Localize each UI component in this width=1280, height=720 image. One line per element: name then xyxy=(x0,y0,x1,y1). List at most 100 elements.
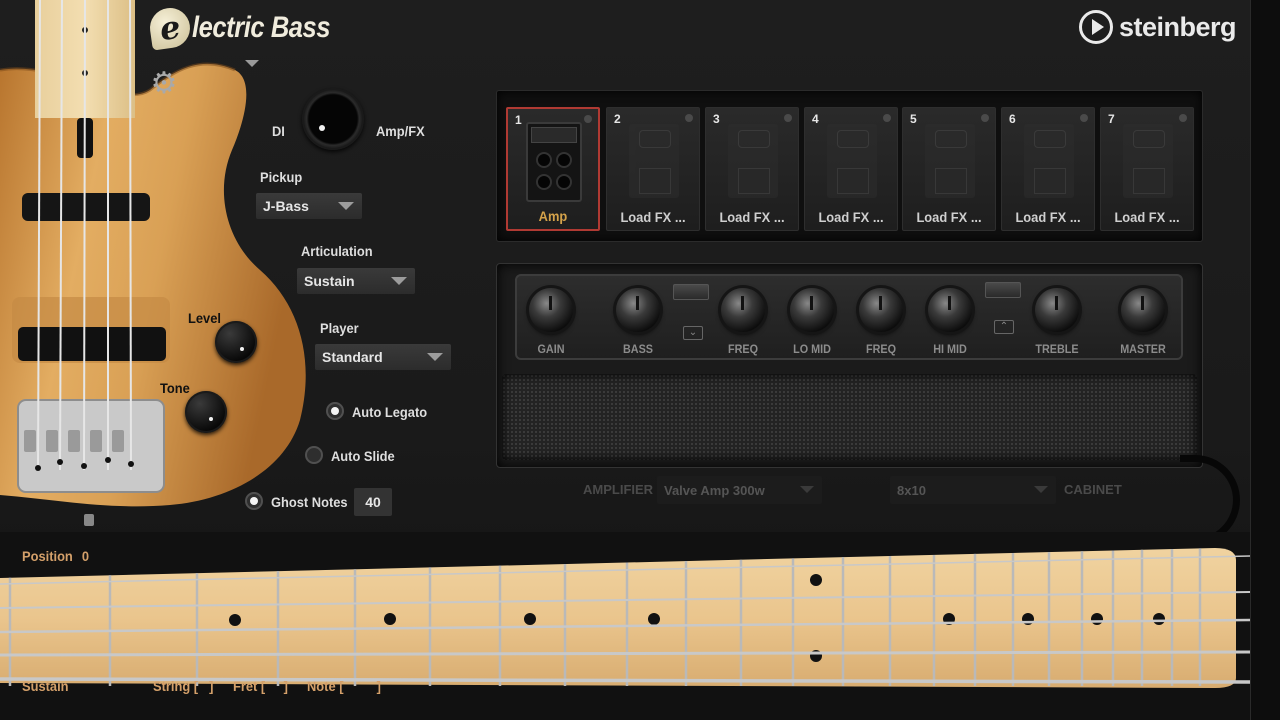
fx-slot-3[interactable]: 3 Load FX ... xyxy=(705,107,799,231)
slot-number: 1 xyxy=(515,113,522,127)
player-dropdown[interactable]: Standard xyxy=(315,344,451,370)
slot-led-icon[interactable] xyxy=(1179,114,1187,122)
speaker xyxy=(556,174,572,190)
string-label: String [ xyxy=(153,678,199,694)
pedal-icon xyxy=(1024,124,1074,198)
slot-led-icon[interactable] xyxy=(784,114,792,122)
lo-mid-label: LO MID xyxy=(793,342,831,356)
hi-mid-label: HI MID xyxy=(933,342,967,356)
treble-knob[interactable] xyxy=(1035,288,1079,332)
knob-indicator xyxy=(319,125,325,131)
amplifier-value: Valve Amp 300w xyxy=(664,482,765,498)
lo-mid-knob[interactable] xyxy=(790,288,834,332)
pedal-icon xyxy=(925,124,975,198)
speaker xyxy=(536,152,552,168)
tone-knob[interactable] xyxy=(185,391,227,433)
string-readout: String [] xyxy=(153,678,213,694)
fretboard[interactable] xyxy=(0,540,1250,690)
slot-led-icon[interactable] xyxy=(883,114,891,122)
fx-slot-6[interactable]: 6 Load FX ... xyxy=(1001,107,1095,231)
cabinet-value: 8x10 xyxy=(897,482,926,498)
logo-pick-icon: e xyxy=(147,5,193,51)
electric-bass-logo: e lectric Bass xyxy=(147,5,354,51)
fret-marker xyxy=(524,613,536,625)
slot-number: 7 xyxy=(1108,112,1115,126)
chevron-down-icon[interactable] xyxy=(245,60,259,67)
treble-label: TREBLE xyxy=(1035,342,1079,356)
eq-shape-icon: ⌄ xyxy=(683,326,703,340)
gain-knob[interactable] xyxy=(529,288,573,332)
amplifier-dropdown[interactable]: Valve Amp 300w xyxy=(657,476,822,504)
note-readout: Note [] xyxy=(307,678,381,694)
fret-label: Fret [ xyxy=(233,678,266,694)
master-label: MASTER xyxy=(1120,342,1166,356)
tone-label: Tone xyxy=(160,380,190,396)
amp-panel: GAIN BASS ⌄ FREQ LO MID FREQ HI MID ⌃ TR… xyxy=(496,263,1203,468)
speaker-grille xyxy=(502,374,1197,460)
pickup-value: J-Bass xyxy=(263,198,309,214)
bass-label: BASS xyxy=(622,342,654,356)
auto-slide-toggle[interactable] xyxy=(305,446,323,464)
hi-mid-knob[interactable] xyxy=(928,288,972,332)
fret-marker xyxy=(229,614,241,626)
ghost-notes-toggle[interactable] xyxy=(245,492,263,510)
slot-led-icon[interactable] xyxy=(1080,114,1088,122)
chevron-down-icon xyxy=(391,277,407,285)
bass-knob[interactable] xyxy=(616,288,660,332)
cabinet-label: CABINET xyxy=(1064,482,1122,497)
eq-shape-icon: ⌃ xyxy=(994,320,1014,334)
pedal-icon xyxy=(1123,124,1173,198)
chevron-down-icon xyxy=(1034,486,1048,493)
ampfx-label: Amp/FX xyxy=(376,123,425,139)
slot-number: 2 xyxy=(614,112,621,126)
slot-led-icon[interactable] xyxy=(685,114,693,122)
slot-label: Load FX ... xyxy=(916,209,982,225)
fret-marker xyxy=(384,613,396,625)
fx-slot-2[interactable]: 2 Load FX ... xyxy=(606,107,700,231)
fret-marker xyxy=(1091,613,1103,625)
pickup-dropdown[interactable]: J-Bass xyxy=(256,193,362,219)
shape-switch[interactable] xyxy=(985,282,1021,298)
amplifier-label: AMPLIFIER xyxy=(583,482,654,497)
electric-bass-plugin-window: e lectric Bass steinberg ⚙ DI Amp/FX Pic… xyxy=(0,0,1280,720)
di-label: DI xyxy=(272,123,285,139)
logo-title: lectric Bass xyxy=(192,11,331,44)
chevron-down-icon xyxy=(338,202,354,210)
slot-label: Load FX ... xyxy=(719,209,785,225)
level-knob[interactable] xyxy=(215,321,257,363)
fx-slot-1[interactable]: 1 Amp xyxy=(506,107,600,231)
neck-wood xyxy=(0,548,1236,688)
gear-icon[interactable]: ⚙ xyxy=(149,69,179,99)
slot-number: 3 xyxy=(713,112,720,126)
di-ampfx-knob[interactable] xyxy=(302,88,364,150)
slot-label: Load FX ... xyxy=(818,209,884,225)
pedal-icon xyxy=(629,124,679,198)
brand-name: steinberg xyxy=(1118,11,1237,42)
fx-slot-5[interactable]: 5 Load FX ... xyxy=(902,107,996,231)
articulation-dropdown[interactable]: Sustain xyxy=(297,268,415,294)
string-close: ] xyxy=(209,678,214,694)
lo-mid-freq-knob[interactable] xyxy=(721,288,765,332)
fx-slot-7[interactable]: 7 Load FX ... xyxy=(1100,107,1194,231)
cabinet-dropdown[interactable]: 8x10 xyxy=(890,476,1056,504)
auto-slide-label: Auto Slide xyxy=(331,448,395,464)
pickup-label: Pickup xyxy=(260,169,303,185)
slot-led-icon[interactable] xyxy=(981,114,989,122)
amp-head xyxy=(531,127,577,143)
slot-label: Load FX ... xyxy=(620,209,686,225)
master-knob[interactable] xyxy=(1121,288,1165,332)
hi-mid-freq-knob[interactable] xyxy=(859,288,903,332)
articulation-value: Sustain xyxy=(304,273,355,289)
bright-switch[interactable] xyxy=(673,284,709,300)
note-label: Note [ xyxy=(307,678,344,694)
articulation-label: Articulation xyxy=(301,243,373,259)
amp-control-strip: GAIN BASS ⌄ FREQ LO MID FREQ HI MID ⌃ TR… xyxy=(515,274,1183,360)
slot-led-icon[interactable] xyxy=(584,115,592,123)
pedal-icon xyxy=(827,124,877,198)
ghost-notes-value[interactable]: 40 xyxy=(354,488,392,516)
knob-indicator xyxy=(240,347,244,351)
auto-legato-toggle[interactable] xyxy=(326,402,344,420)
level-label: Level xyxy=(188,310,221,326)
fx-slot-4[interactable]: 4 Load FX ... xyxy=(804,107,898,231)
fret-close: ] xyxy=(283,678,288,694)
